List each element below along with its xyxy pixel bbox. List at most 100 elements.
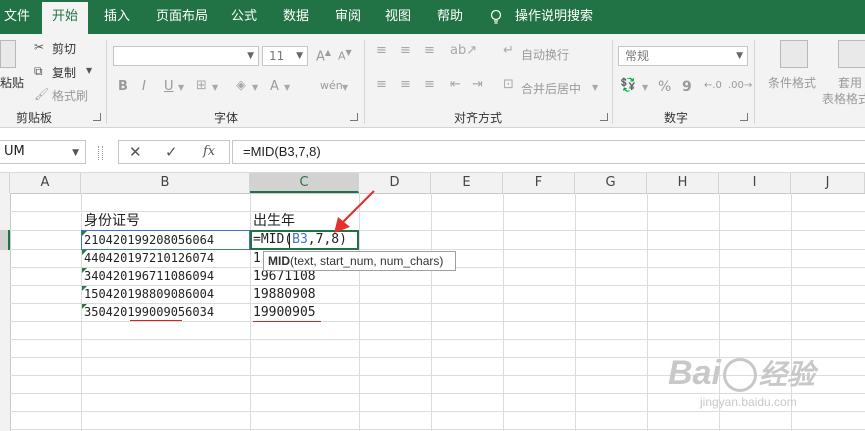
align-bottom-icon[interactable]: ≡ <box>424 44 435 58</box>
copy-icon: ⧉ <box>34 64 43 78</box>
column-header-i[interactable]: I <box>719 173 791 193</box>
column-header-b[interactable]: B <box>81 173 250 193</box>
tab-view[interactable]: 视图 <box>385 0 411 34</box>
tab-review[interactable]: 审阅 <box>335 0 361 34</box>
decrease-decimal-icon[interactable]: .00→ <box>728 80 752 91</box>
baidu-logo: Bai 经验 <box>668 354 815 393</box>
column-header-a[interactable]: A <box>10 173 81 193</box>
column-header-j[interactable]: J <box>791 173 865 193</box>
tab-insert[interactable]: 插入 <box>104 0 130 34</box>
cancel-icon[interactable]: ✕ <box>129 143 142 161</box>
text-cursor <box>289 233 290 248</box>
paste-icon[interactable] <box>0 40 16 68</box>
row-header[interactable] <box>0 193 11 431</box>
font-launcher-icon[interactable] <box>350 113 358 121</box>
row-header-selected[interactable] <box>0 230 10 250</box>
formula-input[interactable]: =MID(B3,7,8) <box>232 140 865 164</box>
tab-data[interactable]: 数据 <box>283 0 309 34</box>
grow-font-icon[interactable]: A▲ <box>316 48 331 64</box>
ribbon-tab-bar: 文件 开始 插入 页面布局 公式 数据 审阅 视图 帮助 操作说明搜索 <box>0 0 865 34</box>
header-birth-year[interactable]: 出生年 <box>253 212 295 230</box>
annotation-arrow-icon <box>334 190 375 233</box>
formula-bar-grip[interactable] <box>98 146 103 160</box>
conditional-formatting-button[interactable]: 条件格式 <box>768 74 816 91</box>
header-id-number[interactable]: 身份证号 <box>84 212 140 230</box>
increase-indent-icon[interactable]: ⇥ <box>472 78 483 92</box>
fill-color-icon[interactable]: ◈ <box>236 79 246 93</box>
tab-page-layout[interactable]: 页面布局 <box>156 0 208 34</box>
align-top-icon[interactable]: ≡ <box>376 44 387 58</box>
select-all-corner[interactable] <box>0 173 10 193</box>
align-middle-icon[interactable]: ≡ <box>400 44 411 58</box>
align-left-icon[interactable]: ≡ <box>376 78 387 92</box>
paste-button[interactable]: 粘贴 <box>0 74 24 91</box>
font-group-label: 字体 <box>214 111 239 125</box>
number-format-value: 常规 <box>625 49 650 63</box>
cut-button[interactable]: 剪切 <box>52 40 76 57</box>
scissors-icon: ✂ <box>34 40 45 54</box>
formula-prefix: =MID( <box>253 232 293 247</box>
format-as-table-icon[interactable] <box>838 40 865 68</box>
insert-function-icon[interactable]: fx <box>203 144 215 159</box>
watermark-url: jingyan.baidu.com <box>700 395 797 409</box>
tooltip-function-name[interactable]: MID <box>268 254 290 268</box>
underline-button[interactable]: U <box>164 79 174 94</box>
name-box-value: UM <box>4 144 25 159</box>
wrap-text-button[interactable]: 自动换行 <box>521 46 569 63</box>
result-cell[interactable]: 1 <box>253 250 261 268</box>
tab-formulas[interactable]: 公式 <box>231 0 257 34</box>
font-color-icon[interactable]: A <box>270 79 279 94</box>
italic-button[interactable]: I <box>142 79 146 94</box>
worksheet-grid[interactable]: A B C D E F G H I J 身份证号 出生年 21042019920… <box>0 173 865 431</box>
chevron-down-icon[interactable]: ▼ <box>86 64 92 78</box>
id-cell[interactable]: 340420196711086094 <box>84 267 214 285</box>
tab-help[interactable]: 帮助 <box>437 0 463 34</box>
phonetic-icon[interactable]: wén <box>320 79 343 92</box>
shrink-font-icon[interactable]: A▼ <box>338 48 352 63</box>
align-right-icon[interactable]: ≡ <box>424 78 435 92</box>
comma-button[interactable]: 9 <box>682 79 692 95</box>
result-cell[interactable]: 19880908 <box>253 286 316 304</box>
ribbon: 粘贴 ✂ 剪切 ⧉ 复制 ▼ 🖌 格式刷 剪贴板 ▼ 11 ▼ A▲ A▼ B I… <box>0 34 865 128</box>
id-cell[interactable]: 150420198809086004 <box>84 285 214 303</box>
column-header-h[interactable]: H <box>647 173 719 193</box>
clipboard-launcher-icon[interactable] <box>93 113 101 121</box>
percent-button[interactable]: % <box>658 79 671 95</box>
copy-button[interactable]: 复制 <box>52 64 76 81</box>
name-box[interactable]: UM ▼ <box>0 140 86 164</box>
font-name-combo[interactable]: ▼ <box>113 46 259 66</box>
chevron-down-icon[interactable]: ▼ <box>72 142 79 164</box>
formula-bar: UM ▼ ✕ ✓ fx =MID(B3,7,8) <box>0 128 865 173</box>
column-header-e[interactable]: E <box>431 173 503 193</box>
format-as-table-button[interactable]: 套用 <box>838 74 862 91</box>
column-header-g[interactable]: G <box>575 173 647 193</box>
formula-reference: B3 <box>292 232 308 247</box>
tell-me-search[interactable]: 操作说明搜索 <box>515 0 593 34</box>
conditional-formatting-icon[interactable] <box>780 40 808 68</box>
align-center-icon[interactable]: ≡ <box>400 78 411 92</box>
tab-home[interactable]: 开始 <box>42 2 89 34</box>
tooltip-arguments: (text, start_num, num_chars) <box>290 254 444 268</box>
wrap-text-icon[interactable]: ↵ <box>503 44 514 58</box>
font-size-combo[interactable]: 11 ▼ <box>262 46 308 66</box>
borders-icon[interactable]: ⊞ <box>196 79 207 93</box>
enter-icon[interactable]: ✓ <box>165 143 178 161</box>
column-header-f[interactable]: F <box>503 173 575 193</box>
clipboard-group-label: 剪贴板 <box>16 111 53 125</box>
tab-file[interactable]: 文件 <box>4 0 30 34</box>
format-painter-button[interactable]: 格式刷 <box>52 87 88 104</box>
merge-center-icon[interactable]: ⊡ <box>503 78 514 92</box>
orientation-icon[interactable]: ab↗ <box>450 44 477 58</box>
decrease-indent-icon[interactable]: ⇤ <box>450 78 461 92</box>
increase-decimal-icon[interactable]: ←.0 <box>704 80 722 91</box>
alignment-launcher-icon[interactable] <box>600 113 608 121</box>
bold-button[interactable]: B <box>118 79 128 94</box>
merge-center-button[interactable]: 合并后居中 <box>521 80 581 97</box>
id-cell[interactable]: 440420197210126074 <box>84 249 214 267</box>
function-tooltip[interactable]: MID(text, start_num, num_chars) <box>263 251 456 271</box>
column-header: A B C D E F G H I J <box>0 173 865 194</box>
number-launcher-icon[interactable] <box>740 113 748 121</box>
format-painter-icon: 🖌 <box>34 87 50 101</box>
currency-icon[interactable]: 💱 <box>620 79 636 93</box>
number-format-combo[interactable]: 常规 ▼ <box>618 46 748 66</box>
